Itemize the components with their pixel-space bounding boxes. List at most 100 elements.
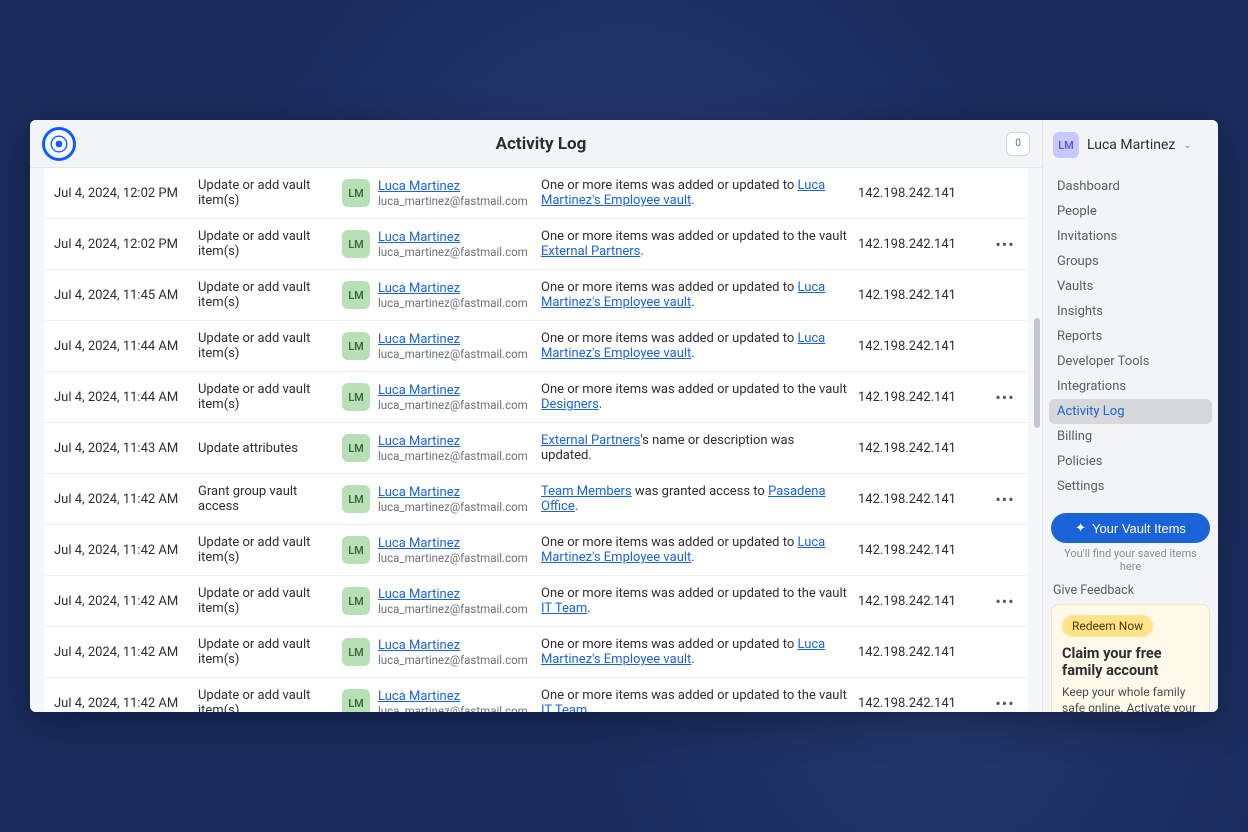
app-logo-icon[interactable]: ⦿ <box>42 127 76 161</box>
cell-user: LMLuca Martinezluca_martinez@fastmail.co… <box>342 230 537 259</box>
sidebar-nav: DashboardPeopleInvitationsGroupsVaultsIn… <box>1043 170 1218 503</box>
cell-date: Jul 4, 2024, 11:43 AM <box>54 441 194 456</box>
table-row[interactable]: Jul 4, 2024, 11:42 AMUpdate or add vault… <box>44 576 1028 627</box>
your-vault-items-button[interactable]: ✦ Your Vault Items <box>1051 513 1210 543</box>
scrollbar-track[interactable] <box>1032 168 1042 712</box>
user-email: luca_martinez@fastmail.com <box>378 194 528 208</box>
cell-description: One or more items was added or updated t… <box>541 637 854 667</box>
vault-link[interactable]: Team Members <box>541 484 632 499</box>
cell-date: Jul 4, 2024, 11:45 AM <box>54 288 194 303</box>
sidebar-item-invitations[interactable]: Invitations <box>1049 224 1212 249</box>
table-row[interactable]: Jul 4, 2024, 11:45 AM Update or add vault… <box>44 270 1028 321</box>
cell-date: Jul 4, 2024, 11:42 AM <box>54 696 194 711</box>
sidebar-item-billing[interactable]: Billing <box>1049 424 1212 449</box>
vault-link[interactable]: Designers <box>541 397 599 412</box>
vault-link[interactable]: Luca Martinez's Employee vault <box>541 637 825 667</box>
sidebar-item-settings[interactable]: Settings <box>1049 474 1212 499</box>
user-link[interactable]: Luca Martinez <box>378 383 528 398</box>
vault-link[interactable]: Luca Martinez's Employee vault <box>541 178 825 208</box>
sidebar-item-people[interactable]: People <box>1049 199 1212 224</box>
header: ⦿ Activity Log 0 <box>30 120 1042 168</box>
cell-ip: 142.198.242.141 <box>858 594 988 609</box>
more-icon[interactable]: ••• <box>995 592 1014 611</box>
user-link[interactable]: Luca Martinez <box>378 536 528 551</box>
user-link[interactable]: Luca Martinez <box>378 587 528 602</box>
user-avatar: LM <box>342 536 370 564</box>
sidebar-item-reports[interactable]: Reports <box>1049 324 1212 349</box>
row-menu[interactable]: ••• <box>992 388 1018 407</box>
user-email: luca_martinez@fastmail.com <box>378 602 528 616</box>
cell-ip: 142.198.242.141 <box>858 645 988 660</box>
cell-action: Update attributes <box>198 441 338 456</box>
cell-user: LMLuca Martinezluca_martinez@fastmail.co… <box>342 536 537 565</box>
sidebar-item-developer-tools[interactable]: Developer Tools <box>1049 349 1212 374</box>
user-link[interactable]: Luca Martinez <box>378 230 528 245</box>
vault-link[interactable]: Luca Martinez's Employee vault <box>541 331 825 361</box>
user-link[interactable]: Luca Martinez <box>378 485 528 500</box>
chevron-down-icon: ⌄ <box>1183 140 1191 151</box>
sidebar-item-vaults[interactable]: Vaults <box>1049 274 1212 299</box>
cell-action: Update or add vault item(s) <box>198 280 338 310</box>
user-link[interactable]: Luca Martinez <box>378 689 528 704</box>
user-avatar: LM <box>342 230 370 258</box>
user-email: luca_martinez@fastmail.com <box>378 449 528 463</box>
sidebar-item-activity-log[interactable]: Activity Log <box>1049 399 1212 424</box>
user-email: luca_martinez@fastmail.com <box>378 500 528 514</box>
sidebar-item-policies[interactable]: Policies <box>1049 449 1212 474</box>
row-menu[interactable]: ••• <box>992 235 1018 254</box>
row-menu[interactable]: ••• <box>992 592 1018 611</box>
redeem-now-button[interactable]: Redeem Now <box>1062 615 1153 637</box>
user-link[interactable]: Luca Martinez <box>378 332 528 347</box>
more-icon[interactable]: ••• <box>995 235 1014 254</box>
table-row[interactable]: Jul 4, 2024, 11:44 AMUpdate or add vault… <box>44 321 1028 372</box>
table-row[interactable]: Jul 4, 2024, 12:02 PM Update or add vault… <box>44 168 1028 219</box>
sidebar: LM Luca Martinez ⌄ DashboardPeopleInvita… <box>1042 120 1218 712</box>
user-link[interactable]: Luca Martinez <box>378 281 528 296</box>
table-row[interactable]: Jul 4, 2024, 11:43 AMUpdate attributesLM… <box>44 423 1028 474</box>
give-feedback-link[interactable]: Give Feedback <box>1043 573 1218 604</box>
user-link[interactable]: Luca Martinez <box>378 179 528 194</box>
user-avatar: LM <box>342 179 370 207</box>
vault-link[interactable]: Luca Martinez's Employee vault <box>541 535 825 565</box>
cell-user: LMLuca Martinezluca_martinez@fastmail.co… <box>342 281 537 310</box>
promo-title: Claim your free family account <box>1062 645 1199 680</box>
sidebar-item-integrations[interactable]: Integrations <box>1049 374 1212 399</box>
table-row[interactable]: Jul 4, 2024, 11:44 AMUpdate or add vault… <box>44 372 1028 423</box>
user-avatar: LM <box>342 689 370 712</box>
table-row[interactable]: Jul 4, 2024, 11:42 AMGrant group vault a… <box>44 474 1028 525</box>
user-link[interactable]: Luca Martinez <box>378 434 528 449</box>
sidebar-item-insights[interactable]: Insights <box>1049 299 1212 324</box>
vault-link[interactable]: Luca Martinez's Employee vault <box>541 280 825 310</box>
table-row[interactable]: Jul 4, 2024, 12:02 PMUpdate or add vault… <box>44 219 1028 270</box>
more-icon[interactable]: ••• <box>995 490 1014 509</box>
table-row[interactable]: Jul 4, 2024, 11:42 AM Update or add vault… <box>44 678 1028 712</box>
cell-action: Update or add vault item(s) <box>198 178 338 208</box>
table-row[interactable]: Jul 4, 2024, 11:42 AMUpdate or add vault… <box>44 627 1028 678</box>
user-email: luca_martinez@fastmail.com <box>378 653 528 667</box>
vault-icon: ✦ <box>1075 520 1086 536</box>
cell-user: LMLuca Martinezluca_martinez@fastmail.co… <box>342 587 537 616</box>
scrollbar-thumb[interactable] <box>1034 318 1040 428</box>
profile-menu[interactable]: LM Luca Martinez ⌄ <box>1043 120 1218 170</box>
more-icon[interactable]: ••• <box>995 694 1014 713</box>
row-menu[interactable]: ••• <box>992 694 1018 713</box>
cell-action: Grant group vault access <box>198 484 338 514</box>
user-email: luca_martinez@fastmail.com <box>378 347 528 361</box>
profile-avatar: LM <box>1053 132 1079 158</box>
notification-bell-icon[interactable]: 0 <box>1006 132 1030 156</box>
table-row[interactable]: Jul 4, 2024, 11:42 AMUpdate or add vault… <box>44 525 1028 576</box>
sidebar-item-dashboard[interactable]: Dashboard <box>1049 174 1212 199</box>
cell-date: Jul 4, 2024, 12:02 PM <box>54 186 194 201</box>
user-link[interactable]: Luca Martinez <box>378 638 528 653</box>
cell-action: Update or add vault item(s) <box>198 688 338 712</box>
vault-link[interactable]: External Partners <box>541 433 640 448</box>
vault-button-label: Your Vault Items <box>1092 521 1186 536</box>
activity-log-table[interactable]: Jul 4, 2024, 12:02 PM Update or add vault… <box>44 168 1028 712</box>
cell-user: LMLuca Martinezluca_martinez@fastmail.co… <box>342 689 537 713</box>
row-menu[interactable]: ••• <box>992 490 1018 509</box>
vault-link[interactable]: IT Team <box>541 601 587 616</box>
more-icon[interactable]: ••• <box>995 388 1014 407</box>
vault-link[interactable]: External Partners <box>541 244 640 259</box>
sidebar-item-groups[interactable]: Groups <box>1049 249 1212 274</box>
vault-link[interactable]: IT Team <box>541 703 587 712</box>
